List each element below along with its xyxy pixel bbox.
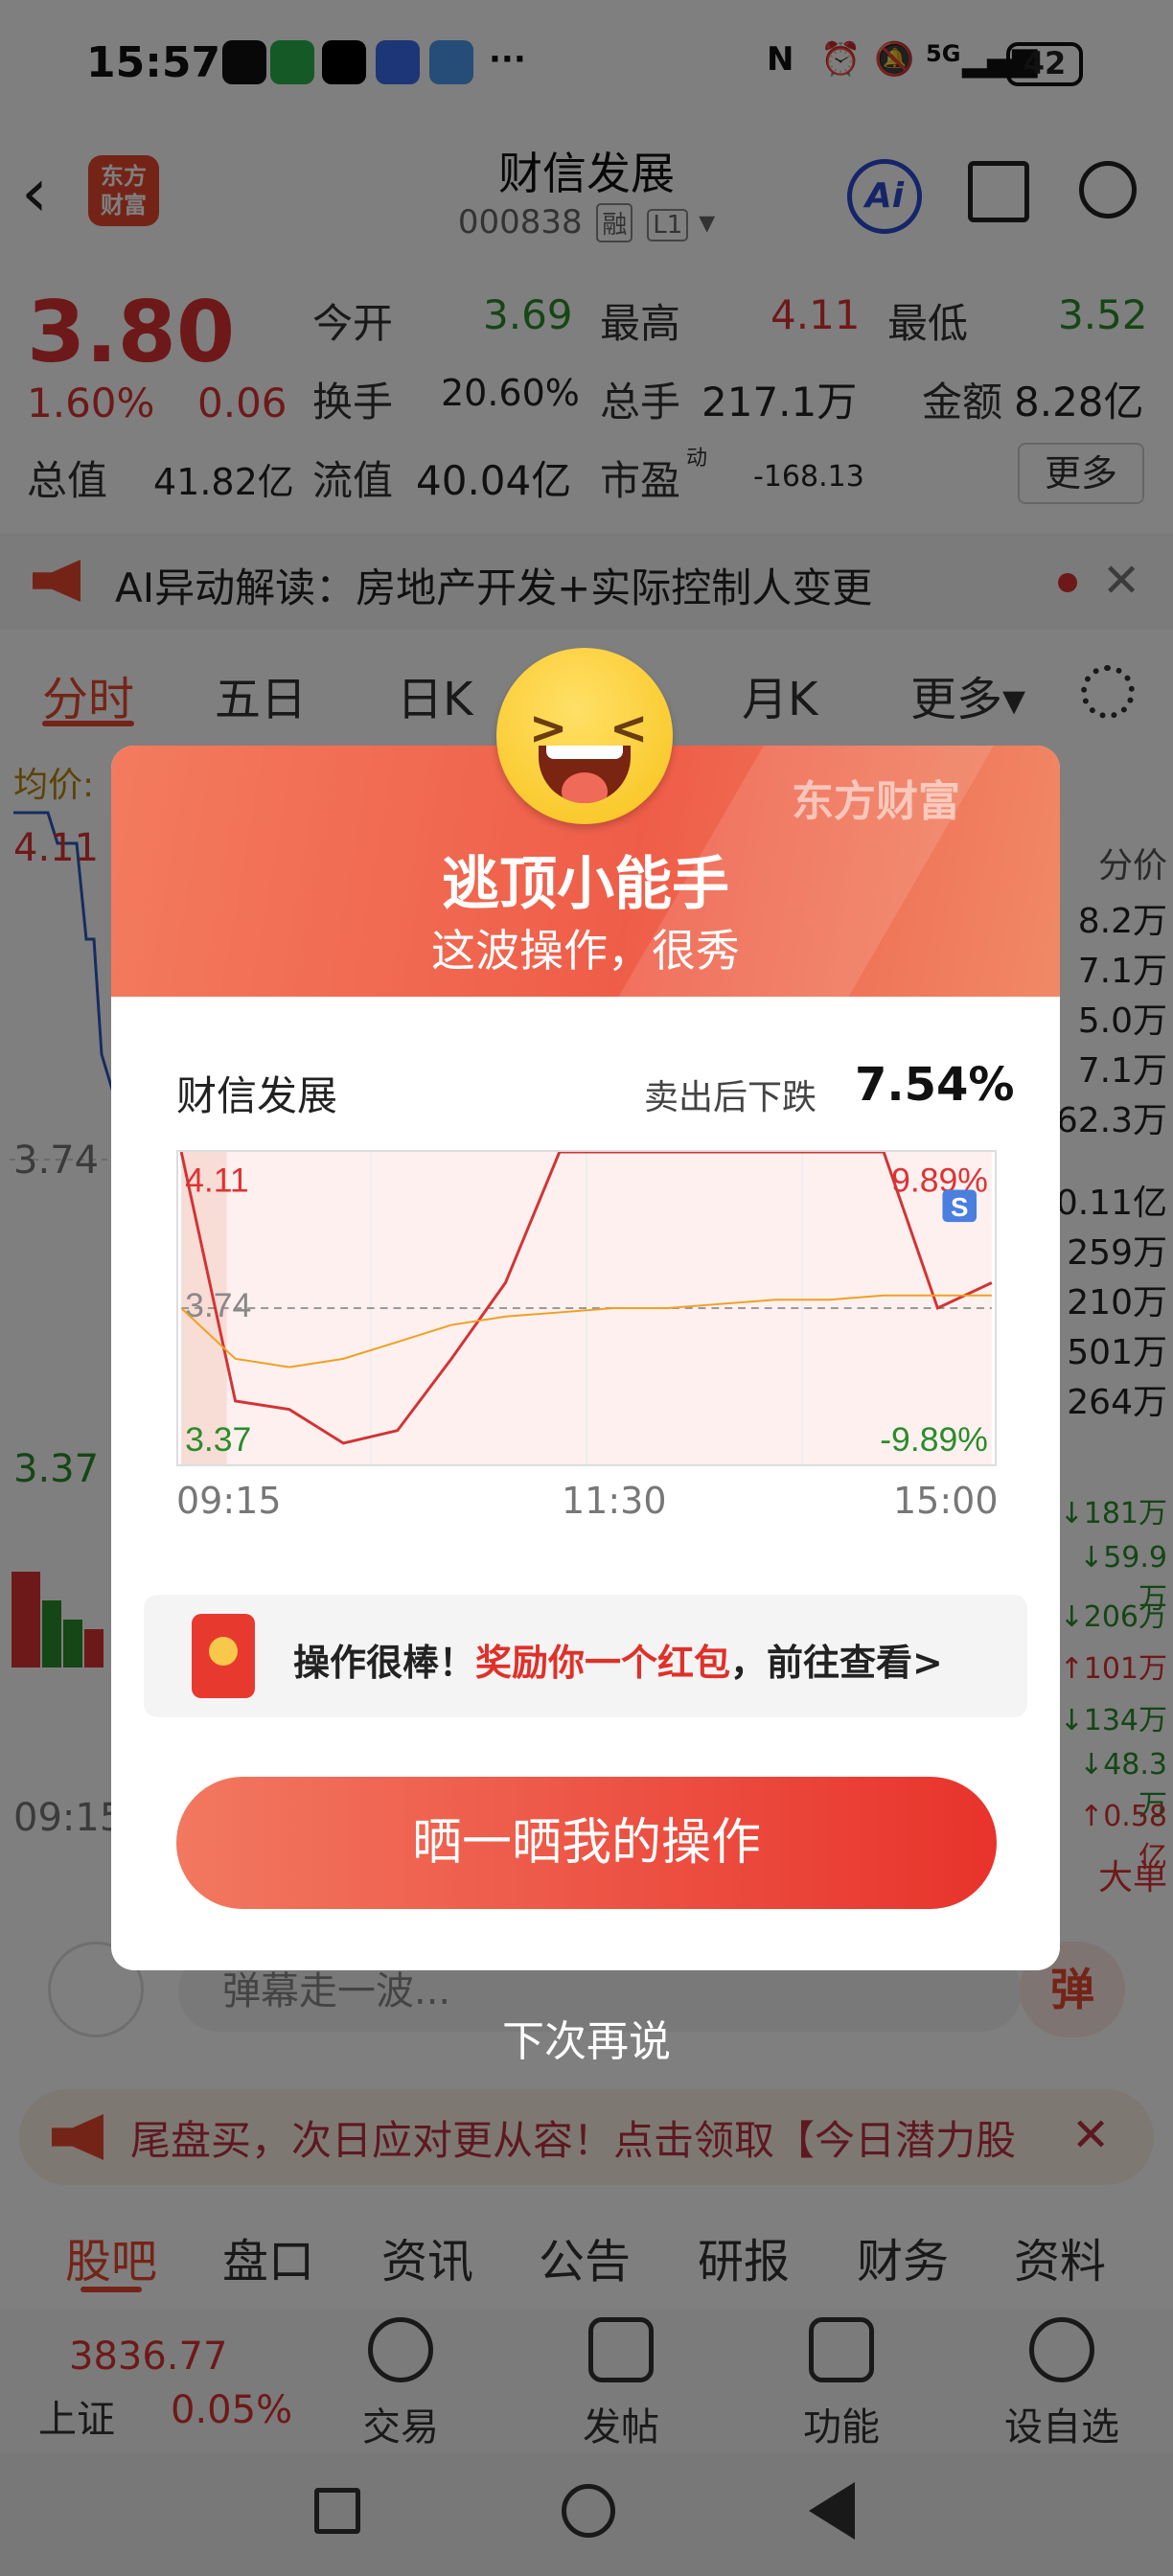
time-mid: 11:30 xyxy=(562,1480,667,1522)
red-packet-text[interactable]: 操作很棒！奖励你一个红包，前往查看> xyxy=(293,1633,943,1686)
red-packet-seal xyxy=(209,1637,238,1666)
modal-title: 逃顶小能手 xyxy=(442,851,729,918)
reward-prefix: 操作很棒！ xyxy=(293,1642,476,1684)
time-end: 15:00 xyxy=(893,1480,999,1522)
modal-intraday-chart: 4.11 3.74 3.37 9.89% -9.89% S xyxy=(176,1150,997,1466)
dismiss-later-button[interactable]: 下次再说 xyxy=(0,2007,1173,2068)
pct-tick-bottom: -9.89% xyxy=(880,1420,988,1459)
share-operation-button[interactable]: 晒一晒我的操作 xyxy=(176,1777,997,1909)
red-packet-icon xyxy=(192,1614,255,1698)
y-tick-bottom: 3.37 xyxy=(185,1420,251,1459)
emoji-tongue xyxy=(562,772,608,803)
drop-label: 卖出后下跌 xyxy=(644,1078,817,1117)
sell-marker-label: S xyxy=(951,1192,968,1222)
drop-value: 7.54% xyxy=(855,1058,1015,1112)
time-start: 09:15 xyxy=(176,1480,282,1522)
modal-subtitle: 这波操作，很秀 xyxy=(431,925,740,977)
laughing-emoji-icon: > < xyxy=(496,648,673,824)
reward-highlight: 奖励你一个红包 xyxy=(475,1642,731,1684)
brand-watermark: 东方财富 xyxy=(792,777,960,826)
modal-stock-name: 财信发展 xyxy=(176,1072,338,1119)
emoji-teeth xyxy=(546,746,623,759)
achievement-modal: 东方财富 逃顶小能手 这波操作，很秀 财信发展 卖出后下跌 7.54% 4.11… xyxy=(111,746,1060,1970)
reward-suffix: ，前往查看> xyxy=(730,1642,943,1684)
y-tick-top: 4.11 xyxy=(185,1161,249,1199)
emoji-mouth xyxy=(539,746,631,803)
